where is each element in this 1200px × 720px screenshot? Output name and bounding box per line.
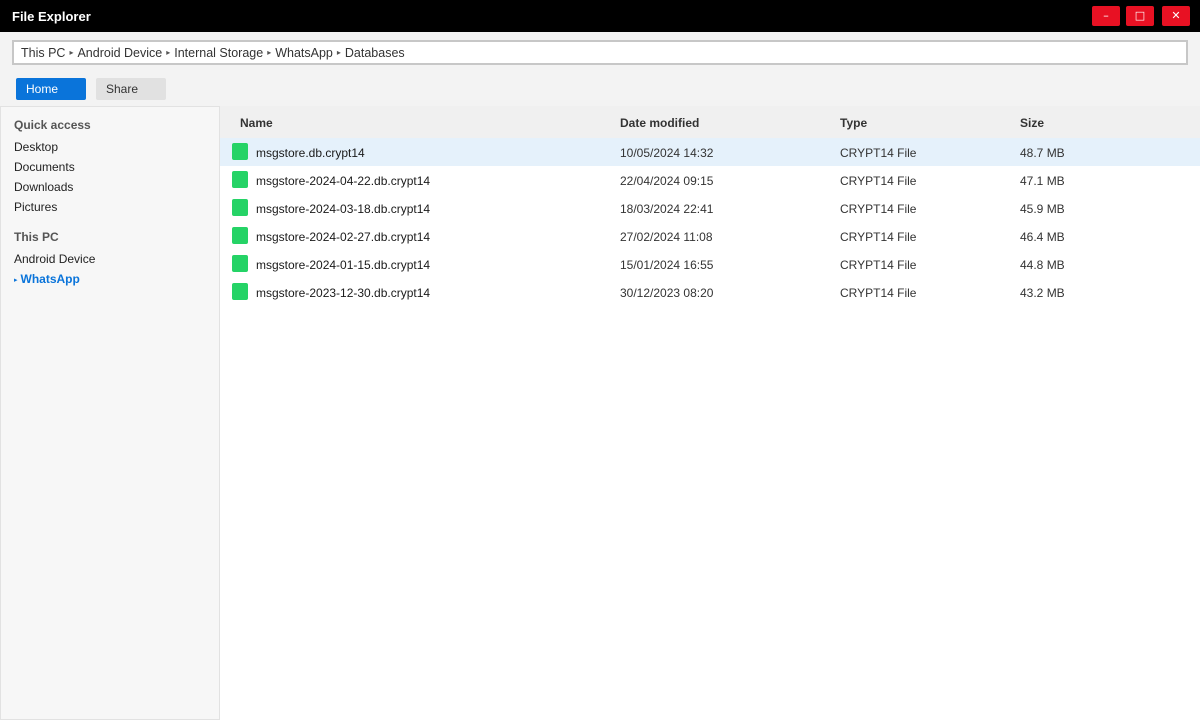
share-tab-button[interactable]: Share <box>96 78 166 100</box>
file-type: CRYPT14 File <box>840 202 917 216</box>
file-size: 46.4 MB <box>1020 230 1065 244</box>
breadcrumb-whatsapp[interactable]: WhatsApp <box>275 46 333 60</box>
breadcrumb-separator-icon: ▸ <box>267 48 272 57</box>
file-size: 45.9 MB <box>1020 202 1065 216</box>
sidebar-item-whatsapp[interactable]: ▸ WhatsApp <box>14 272 80 286</box>
sidebar-item-documents[interactable]: Documents <box>14 160 75 174</box>
file-name: msgstore-2024-02-27.db.crypt14 <box>256 230 431 244</box>
file-name: msgstore-2024-04-22.db.crypt14 <box>256 174 431 188</box>
file-type: CRYPT14 File <box>840 174 917 188</box>
ribbon: Home Share <box>0 70 1200 106</box>
minimize-button[interactable]: – <box>1092 6 1120 26</box>
file-type: CRYPT14 File <box>840 230 917 244</box>
this-pc-heading[interactable]: This PC <box>14 230 59 244</box>
breadcrumb-android-device[interactable]: Android Device <box>77 46 162 60</box>
whatsapp-db-file-icon <box>232 143 248 160</box>
file-list-pane: Name Date modified Type Size msgstore.db… <box>220 106 1200 720</box>
column-header-row: Name Date modified Type Size <box>220 106 1200 138</box>
breadcrumb-this-pc[interactable]: This PC <box>21 46 65 60</box>
sidebar-item-pictures[interactable]: Pictures <box>14 200 57 214</box>
file-row[interactable]: msgstore.db.crypt14 10/05/2024 14:32 CRY… <box>220 138 1200 166</box>
breadcrumb-separator-icon: ▸ <box>336 48 341 57</box>
file-size: 48.7 MB <box>1020 146 1065 160</box>
file-type: CRYPT14 File <box>840 258 917 272</box>
quick-access-heading[interactable]: Quick access <box>14 118 91 132</box>
sidebar-item-downloads[interactable]: Downloads <box>14 180 73 194</box>
file-type: CRYPT14 File <box>840 146 917 160</box>
whatsapp-db-file-icon <box>232 171 248 188</box>
file-row[interactable]: msgstore-2024-02-27.db.crypt14 27/02/202… <box>220 222 1200 250</box>
file-date-modified: 30/12/2023 08:20 <box>620 286 714 300</box>
file-date-modified: 22/04/2024 09:15 <box>620 174 714 188</box>
navigation-pane: Quick access Desktop Documents Downloads… <box>0 106 220 720</box>
breadcrumb-separator-icon: ▸ <box>166 48 171 57</box>
app-title: File Explorer <box>12 9 91 24</box>
sidebar-item-android-device[interactable]: Android Device <box>14 252 95 266</box>
whatsapp-db-file-icon <box>232 199 248 216</box>
file-size: 43.2 MB <box>1020 286 1065 300</box>
address-field[interactable]: This PC ▸ Android Device ▸ Internal Stor… <box>12 40 1188 65</box>
column-header-type[interactable]: Type <box>840 116 867 130</box>
home-tab-button[interactable]: Home <box>16 78 86 100</box>
address-bar: This PC ▸ Android Device ▸ Internal Stor… <box>0 32 1200 70</box>
file-name: msgstore.db.crypt14 <box>256 146 365 160</box>
sidebar-item-desktop[interactable]: Desktop <box>14 140 58 154</box>
file-row[interactable]: msgstore-2024-03-18.db.crypt14 18/03/202… <box>220 194 1200 222</box>
sidebar-item-label: WhatsApp <box>20 272 80 286</box>
breadcrumb-databases[interactable]: Databases <box>345 46 405 60</box>
maximize-button[interactable]: □ <box>1126 6 1154 26</box>
file-list: msgstore.db.crypt14 10/05/2024 14:32 CRY… <box>220 138 1200 306</box>
file-row[interactable]: msgstore-2024-04-22.db.crypt14 22/04/202… <box>220 166 1200 194</box>
file-name: msgstore-2024-03-18.db.crypt14 <box>256 202 431 216</box>
file-date-modified: 15/01/2024 16:55 <box>620 258 714 272</box>
file-type: CRYPT14 File <box>840 286 917 300</box>
file-name: msgstore-2024-01-15.db.crypt14 <box>256 258 431 272</box>
column-header-name[interactable]: Name <box>240 116 273 130</box>
file-date-modified: 27/02/2024 11:08 <box>620 230 713 244</box>
file-row[interactable]: msgstore-2023-12-30.db.crypt14 30/12/202… <box>220 278 1200 306</box>
title-bar: File Explorer – □ ✕ <box>0 0 1200 32</box>
file-size: 44.8 MB <box>1020 258 1065 272</box>
file-row[interactable]: msgstore-2024-01-15.db.crypt14 15/01/202… <box>220 250 1200 278</box>
whatsapp-db-file-icon <box>232 255 248 272</box>
expand-caret-icon: ▸ <box>14 276 18 284</box>
breadcrumb-separator-icon: ▸ <box>69 48 74 57</box>
file-size: 47.1 MB <box>1020 174 1065 188</box>
close-button[interactable]: ✕ <box>1162 6 1190 26</box>
column-header-size[interactable]: Size <box>1020 116 1044 130</box>
whatsapp-db-file-icon <box>232 227 248 244</box>
file-date-modified: 18/03/2024 22:41 <box>620 202 714 216</box>
breadcrumb-internal-storage[interactable]: Internal Storage <box>174 46 263 60</box>
file-name: msgstore-2023-12-30.db.crypt14 <box>256 286 431 300</box>
column-header-date-modified[interactable]: Date modified <box>620 116 699 130</box>
whatsapp-db-file-icon <box>232 283 248 300</box>
file-date-modified: 10/05/2024 14:32 <box>620 146 714 160</box>
